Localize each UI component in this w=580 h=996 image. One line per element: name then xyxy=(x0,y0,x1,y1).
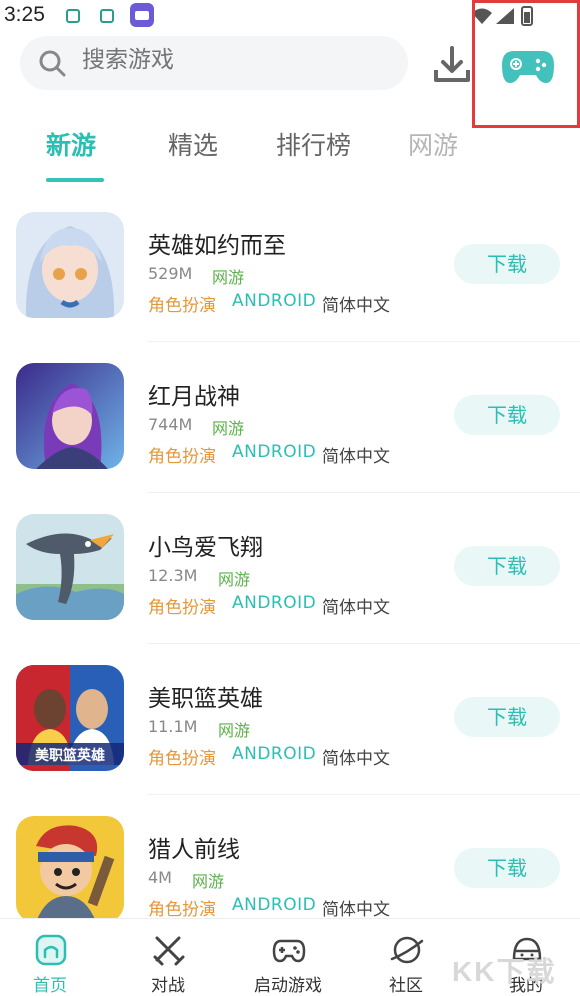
gamepad-icon[interactable] xyxy=(500,47,556,87)
divider xyxy=(148,643,580,644)
tab-featured[interactable]: 精选 xyxy=(168,126,218,162)
game-icon[interactable] xyxy=(16,514,124,620)
language-tag: 简体中文 xyxy=(322,598,390,618)
game-category: 网游 xyxy=(192,872,225,891)
game-category: 网游 xyxy=(218,721,251,740)
icon-caption: 美职篮英雄 xyxy=(35,748,105,764)
language-tag: 简体中文 xyxy=(322,296,390,316)
game-title: 猎人前线 xyxy=(148,837,240,863)
nav-community[interactable]: 社区 xyxy=(348,919,464,996)
tab-ranking[interactable]: 排行榜 xyxy=(276,126,351,162)
list-item[interactable]: 红月战神 744M 网游 角色扮演 ANDROID 简体中文 下载 xyxy=(0,343,580,493)
platform-tag: ANDROID xyxy=(232,442,317,462)
divider xyxy=(148,794,580,795)
platform-tag: ANDROID xyxy=(232,291,317,311)
nav-home[interactable]: 首页 xyxy=(0,919,108,996)
platform-tag: ANDROID xyxy=(232,593,317,613)
tab-indicator xyxy=(46,178,104,182)
game-title: 红月战神 xyxy=(148,384,240,410)
status-time: 3:25 xyxy=(4,3,45,26)
download-button[interactable]: 下载 xyxy=(454,848,560,888)
download-button[interactable]: 下载 xyxy=(454,697,560,737)
language-tag: 简体中文 xyxy=(322,900,390,920)
highlight-box xyxy=(472,0,580,128)
search-icon xyxy=(39,50,66,77)
nav-label: 社区 xyxy=(389,976,423,996)
list-item[interactable]: 英雄如约而至 529M 网游 角色扮演 ANDROID 简体中文 下载 xyxy=(0,192,580,342)
game-icon[interactable]: 美职篮英雄 xyxy=(16,665,124,771)
game-category: 网游 xyxy=(212,419,245,438)
language-tag: 简体中文 xyxy=(322,749,390,769)
platform-tag: ANDROID xyxy=(232,895,317,915)
game-size: 744M xyxy=(148,415,193,434)
game-category: 网游 xyxy=(218,570,251,589)
search-bar[interactable] xyxy=(20,36,408,90)
download-manager-icon[interactable] xyxy=(432,44,472,86)
crossed-swords-icon xyxy=(153,936,185,966)
app-notification-icon xyxy=(130,3,154,27)
watermark: KK下载 xyxy=(452,956,557,987)
platform-tag: ANDROID xyxy=(232,744,317,764)
game-category: 网游 xyxy=(212,268,245,287)
game-size: 529M xyxy=(148,264,193,283)
genre-tag: 角色扮演 xyxy=(148,296,216,316)
game-title: 小鸟爱飞翔 xyxy=(148,535,263,561)
download-button[interactable]: 下载 xyxy=(454,395,560,435)
game-size: 11.1M xyxy=(148,717,198,736)
tab-new-games[interactable]: 新游 xyxy=(46,126,96,162)
game-title: 美职篮英雄 xyxy=(148,686,263,712)
gamepad-icon xyxy=(272,939,306,963)
genre-tag: 角色扮演 xyxy=(148,447,216,467)
genre-tag: 角色扮演 xyxy=(148,598,216,618)
game-title: 英雄如约而至 xyxy=(148,233,286,259)
nav-battle[interactable]: 对战 xyxy=(110,919,226,996)
game-size: 4M xyxy=(148,868,172,887)
nav-label: 启动游戏 xyxy=(254,976,322,996)
download-button[interactable]: 下载 xyxy=(454,546,560,586)
list-item[interactable]: 小鸟爱飞翔 12.3M 网游 角色扮演 ANDROID 简体中文 下载 xyxy=(0,494,580,644)
notification-icon xyxy=(100,9,114,23)
planet-icon xyxy=(390,936,424,964)
notification-icon xyxy=(66,9,80,23)
game-icon[interactable] xyxy=(16,363,124,469)
genre-tag: 角色扮演 xyxy=(148,900,216,920)
download-button[interactable]: 下载 xyxy=(454,244,560,284)
search-input[interactable] xyxy=(82,46,382,73)
game-icon[interactable] xyxy=(16,212,124,318)
divider xyxy=(148,492,580,493)
nav-label: 对战 xyxy=(151,976,185,996)
tab-online-games[interactable]: 网游 xyxy=(408,126,458,162)
nav-launch-game[interactable]: 启动游戏 xyxy=(230,919,346,996)
home-icon xyxy=(35,934,67,966)
game-size: 12.3M xyxy=(148,566,198,585)
language-tag: 简体中文 xyxy=(322,447,390,467)
nav-label: 首页 xyxy=(33,976,67,996)
game-icon[interactable] xyxy=(16,816,124,922)
genre-tag: 角色扮演 xyxy=(148,749,216,769)
list-item[interactable]: 美职篮英雄 美职篮英雄 11.1M 网游 角色扮演 ANDROID 简体中文 下… xyxy=(0,645,580,795)
divider xyxy=(148,341,580,342)
